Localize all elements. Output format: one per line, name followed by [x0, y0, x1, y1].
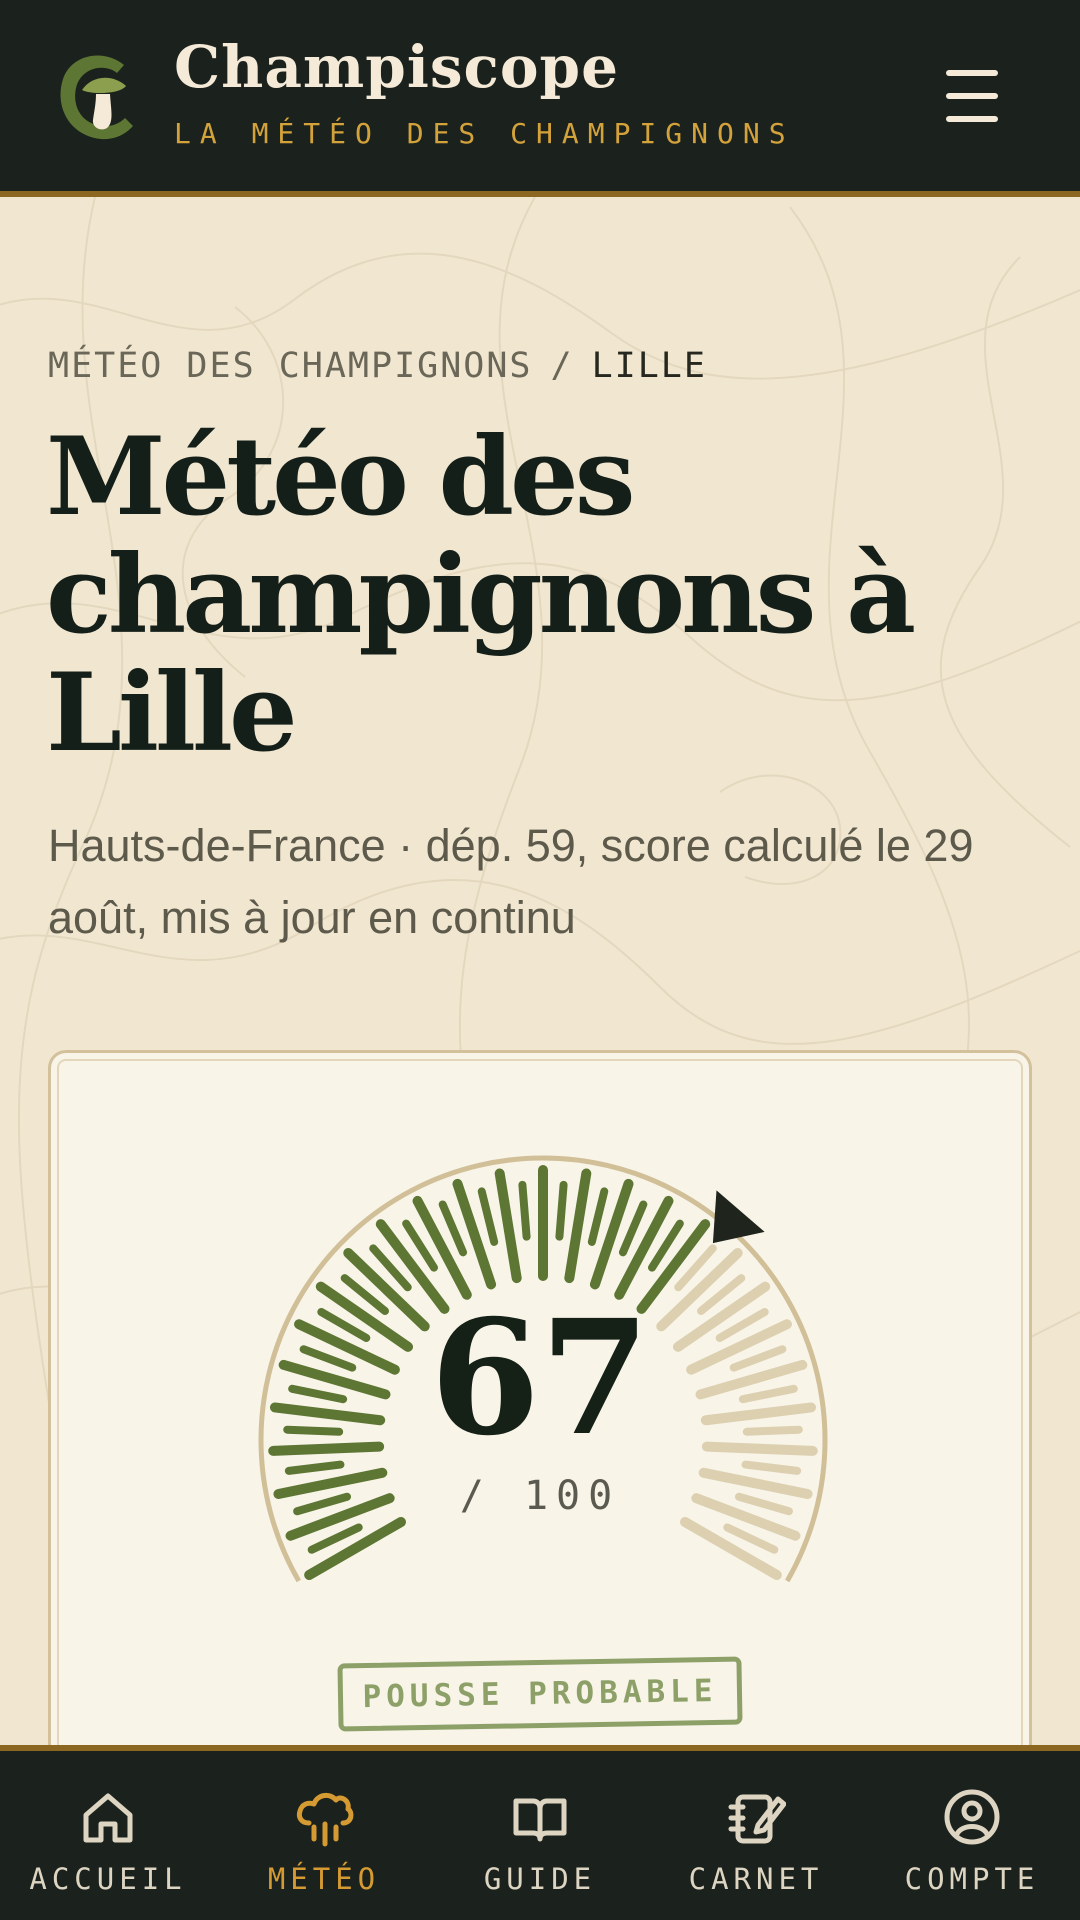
hamburger-menu-icon [946, 70, 998, 76]
gauge-tick-empty [698, 1467, 813, 1500]
page-subtitle: Hauts-de-France · dép. 59, score calculé… [48, 820, 974, 943]
gauge-tick-filled [284, 1460, 345, 1475]
breadcrumb-separator: / [550, 346, 574, 386]
gauge-tick-filled [477, 1187, 499, 1246]
gauge-tick-filled [273, 1467, 388, 1500]
bottom-navigation: ACCUEIL MÉTÉO GUIDE CARNET COMPTE [0, 1745, 1080, 1920]
nav-label: GUIDE [483, 1862, 597, 1896]
gauge-tick-filled [564, 1168, 592, 1284]
account-icon [944, 1789, 1000, 1845]
score-max: / 100 [459, 1473, 621, 1519]
nav-item-carnet[interactable]: CARNET [648, 1751, 864, 1920]
mushroom-c-logo-icon [60, 55, 133, 140]
breadcrumb-current-city: LILLE [591, 346, 707, 386]
rain-cloud-icon [296, 1792, 354, 1847]
nav-label: ACCUEIL [29, 1862, 187, 1896]
breadcrumb-section-link[interactable]: MÉTÉO DES CHAMPIGNONS [48, 346, 533, 386]
nav-item-accueil[interactable]: ACCUEIL [0, 1751, 216, 1920]
nav-label: COMPTE [904, 1862, 1040, 1896]
gauge-tick-filled [285, 1493, 395, 1541]
nav-label: MÉTÉO [267, 1862, 381, 1896]
hamburger-menu-icon [946, 93, 998, 99]
gauge-tick-empty [734, 1492, 793, 1516]
score-status-stamp: POUSSE PROBABLE [337, 1656, 743, 1732]
gauge-tick-filled [293, 1492, 352, 1516]
nav-item-meteo[interactable]: MÉTÉO [216, 1751, 432, 1920]
gauge-tick-empty [691, 1493, 801, 1541]
gauge-pointer [712, 1190, 765, 1244]
open-book-icon [513, 1798, 567, 1842]
brand-name: Champiscope [174, 33, 619, 101]
hamburger-menu-icon [946, 116, 998, 122]
gauge-tick-empty [741, 1460, 802, 1475]
notebook-pen-icon [728, 1794, 786, 1844]
nav-label: CARNET [688, 1862, 824, 1896]
score-value: 67 [430, 1286, 650, 1471]
nav-item-compte[interactable]: COMPTE [864, 1751, 1080, 1920]
breadcrumb: MÉTÉO DES CHAMPIGNONS / LILLE [48, 346, 707, 386]
nav-item-guide[interactable]: GUIDE [432, 1751, 648, 1920]
gauge-tick-filled [555, 1180, 568, 1241]
mushroom-weather-page: Champiscope LA MÉTÉO DES CHAMPIGNONS MÉT… [0, 0, 1080, 1920]
page-title: Météo des champignons à Lille [46, 414, 916, 776]
gauge-tick-filled [494, 1168, 522, 1284]
menu-button[interactable] [940, 68, 1002, 124]
top-app-bar: Champiscope LA MÉTÉO DES CHAMPIGNONS [0, 0, 1080, 197]
home-icon [83, 1793, 133, 1843]
brand-tagline: LA MÉTÉO DES CHAMPIGNONS [174, 117, 795, 150]
gauge-tick-filled [518, 1180, 531, 1241]
gauge-tick-filled [587, 1187, 609, 1246]
